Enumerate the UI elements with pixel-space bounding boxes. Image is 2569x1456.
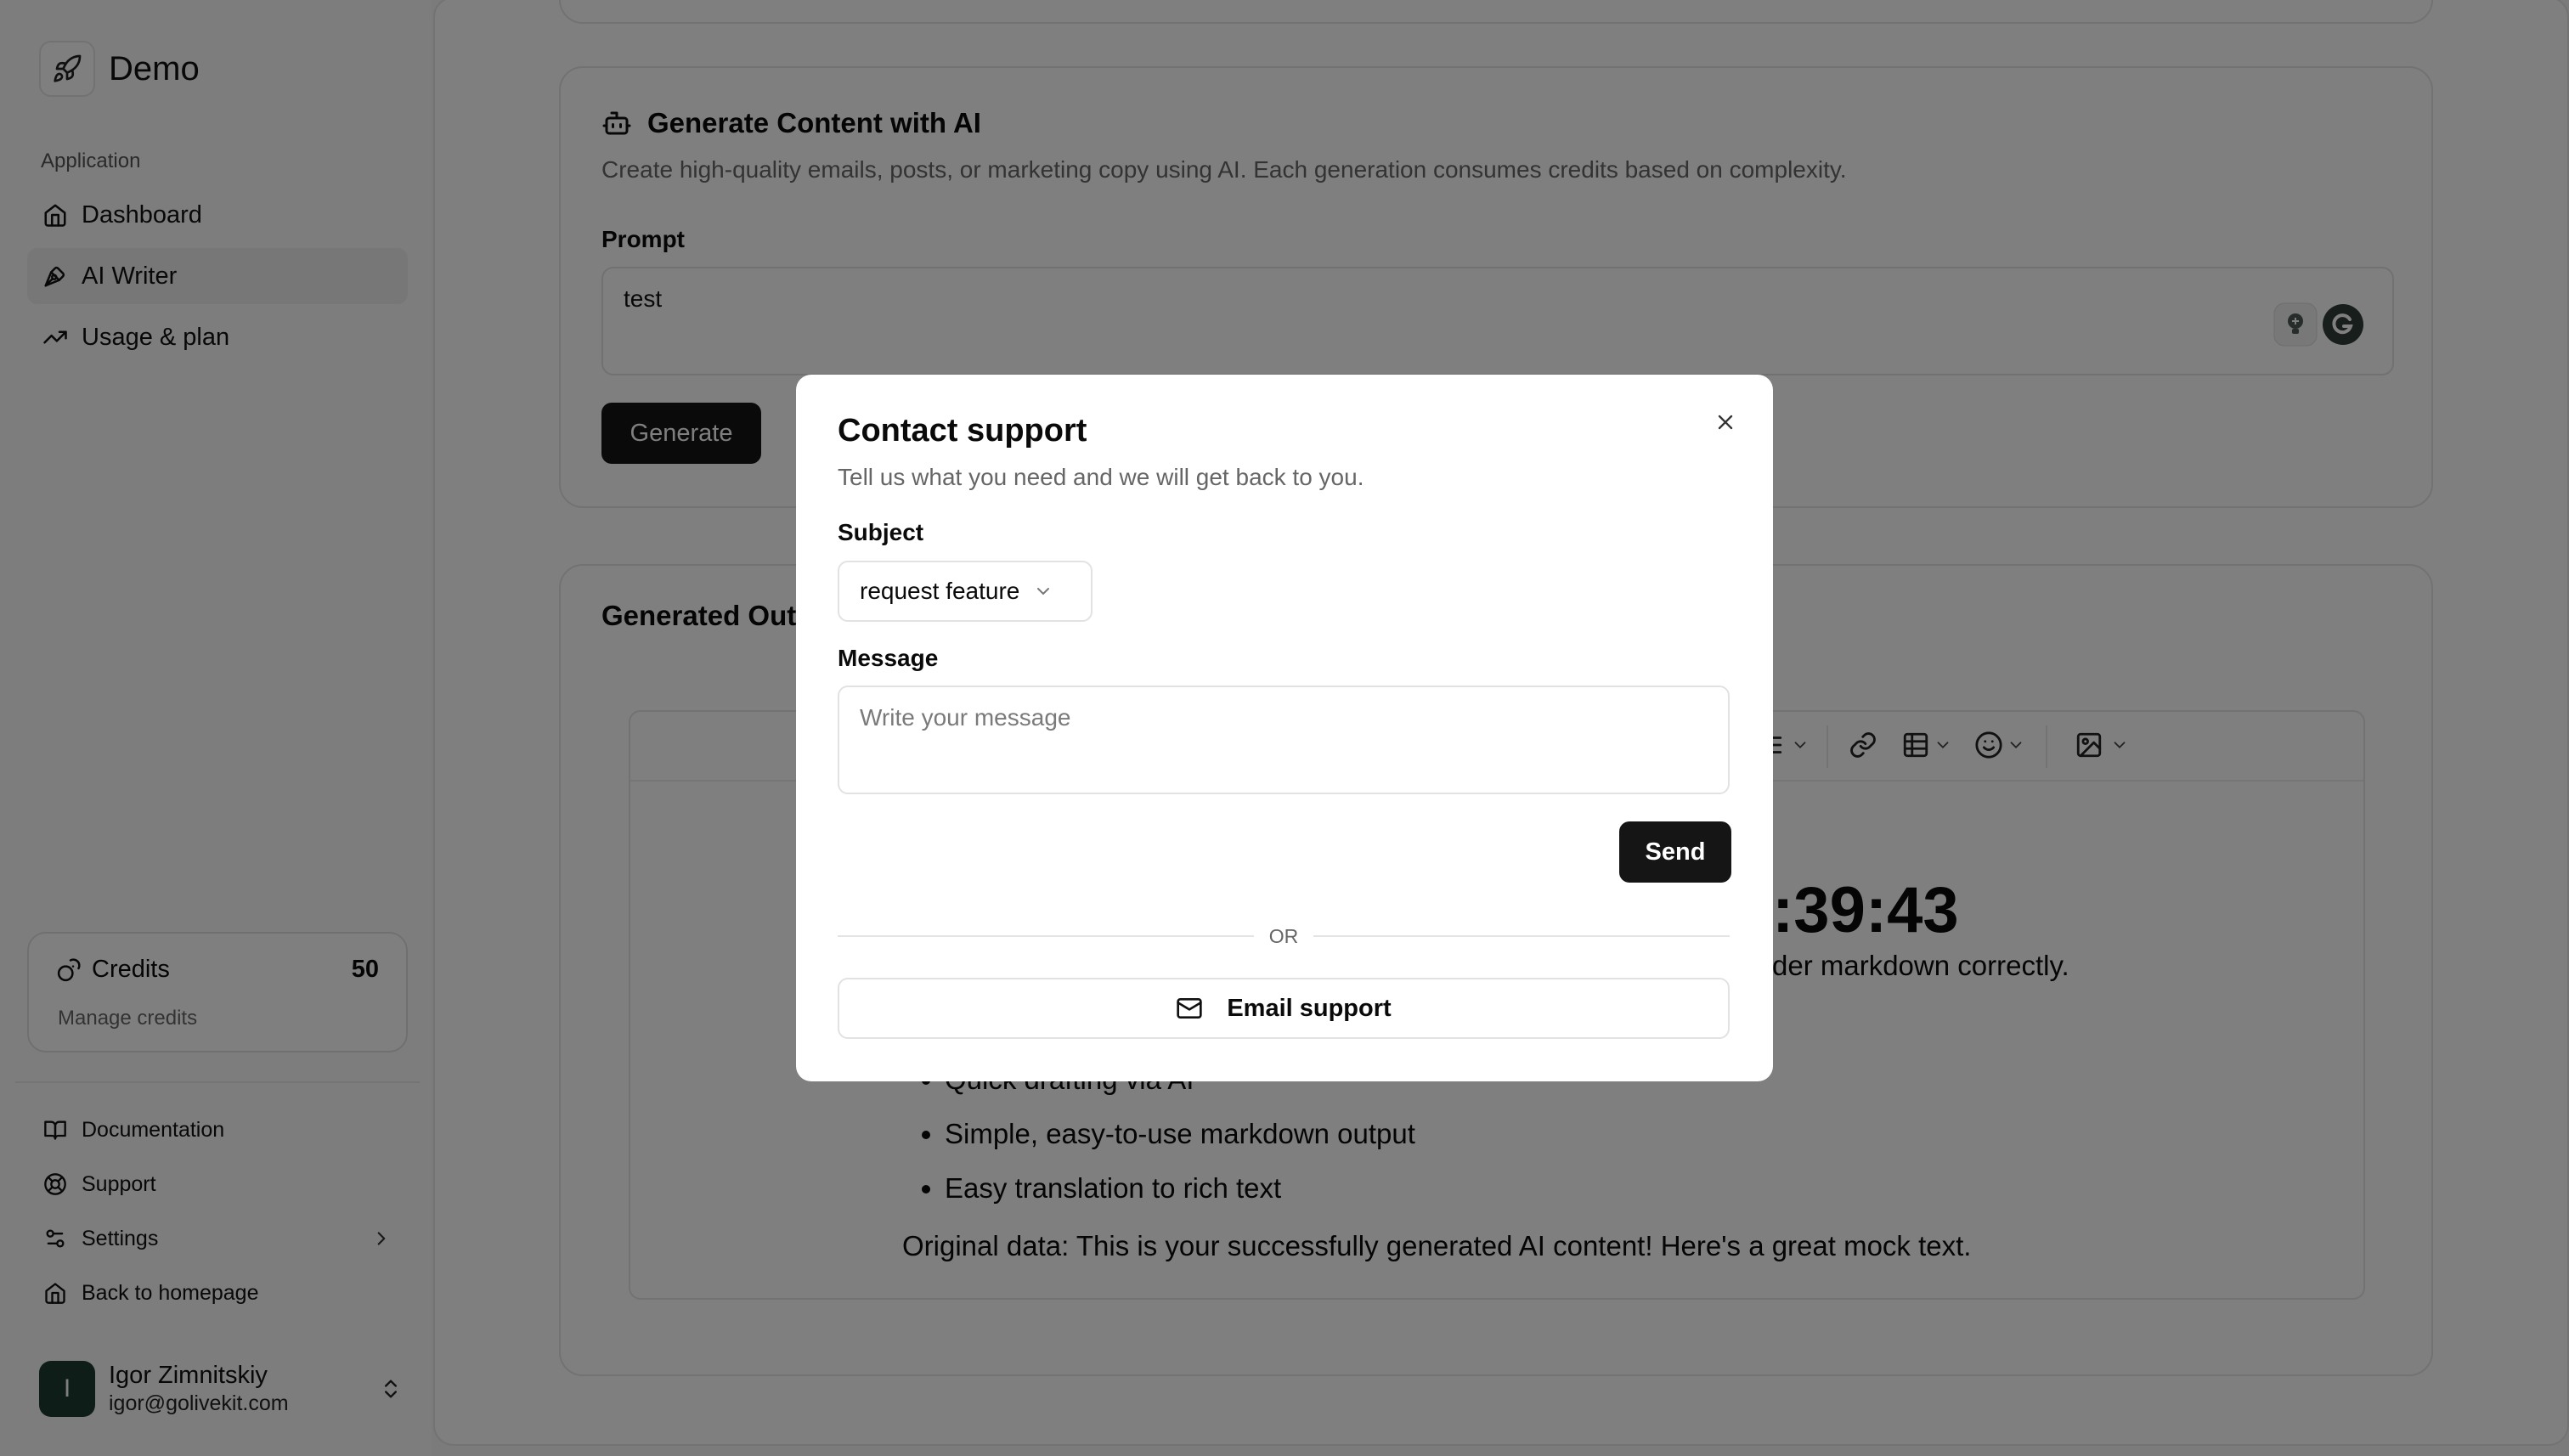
subject-value: request feature bbox=[860, 578, 1020, 604]
subject-label: Subject bbox=[838, 519, 924, 545]
dialog-title: Contact support bbox=[838, 413, 1087, 449]
divider-line bbox=[838, 935, 1254, 937]
email-support-label: Email support bbox=[1227, 994, 1392, 1022]
subject-select[interactable]: request feature bbox=[838, 561, 1093, 622]
mail-icon bbox=[1176, 995, 1203, 1022]
message-placeholder: Write your message bbox=[860, 704, 1071, 731]
message-label: Message bbox=[838, 645, 939, 671]
or-divider: OR bbox=[838, 923, 1730, 949]
send-button[interactable]: Send bbox=[1619, 821, 1731, 883]
divider-line bbox=[1313, 935, 1730, 937]
contact-support-dialog: Contact support Tell us what you need an… bbox=[796, 375, 1773, 1081]
dialog-subtitle: Tell us what you need and we will get ba… bbox=[838, 464, 1364, 490]
or-text: OR bbox=[1268, 924, 1299, 947]
close-button[interactable] bbox=[1708, 405, 1742, 439]
message-textarea[interactable]: Write your message bbox=[838, 686, 1730, 794]
close-icon bbox=[1714, 410, 1737, 434]
chevron-down-icon bbox=[1033, 581, 1053, 601]
email-support-button[interactable]: Email support bbox=[838, 978, 1730, 1039]
